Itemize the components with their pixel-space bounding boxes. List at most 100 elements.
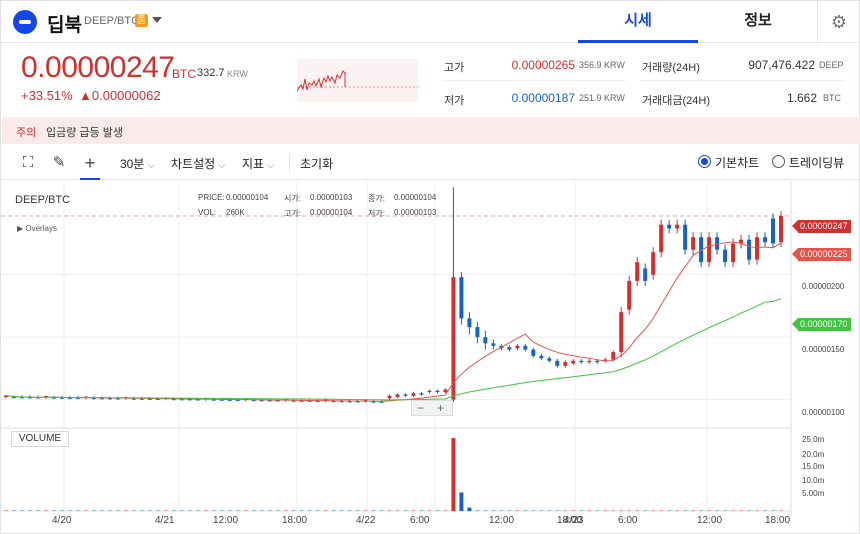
ma-short-line [5, 241, 782, 402]
coin-pair: DEEP/BTC [84, 15, 140, 27]
volume-axis-label: 5.00m [802, 489, 825, 498]
zoom-control[interactable]: − + [411, 400, 453, 416]
tab-info[interactable]: 정보 [698, 1, 818, 43]
candle-body [555, 360, 560, 366]
candle-body [683, 224, 688, 250]
tradingview-label[interactable]: 트레이딩뷰 [789, 154, 844, 171]
draw-pencil-icon[interactable]: ✎ [49, 153, 69, 173]
candle-body [387, 395, 392, 399]
legend-high-label: 고가: [284, 209, 301, 218]
indicators-menu[interactable]: 지표 ⌵ [242, 155, 274, 172]
x-axis-label: 4/22 [356, 515, 376, 526]
gear-icon[interactable]: ⚙ [830, 13, 848, 31]
volume-unit: DEEP [819, 60, 844, 70]
coin-name: 딥북 [47, 15, 82, 36]
pair-badge: 품 [135, 14, 148, 27]
tradingview-radio[interactable] [772, 155, 785, 168]
chart-toolbar: ⛶ ✎ + 30분 ⌵ 차트설정 ⌵ 지표 ⌵ 초기화 기본차트 트레이딩뷰 [1, 145, 860, 180]
alert-banner: 주의 입금량 급등 발생 [2, 117, 860, 144]
candle-body [771, 218, 776, 244]
y-axis-label: 0.00000100 [802, 408, 845, 417]
reset-button[interactable]: 초기화 [300, 155, 333, 172]
candle-body [755, 237, 760, 260]
last-price-tag-text: 0.00000247 [800, 221, 848, 231]
alert-text: 입금량 급등 발생 [46, 127, 123, 139]
price-unit: BTC [172, 67, 196, 81]
candle-body [563, 362, 568, 366]
candle-body [571, 360, 576, 364]
candle-body [779, 215, 783, 243]
interval-select[interactable]: 30분 ⌵ [120, 155, 155, 172]
legend-price-value: 0.00000104 [226, 193, 269, 202]
candle-body [515, 345, 520, 349]
candle-body [443, 389, 448, 393]
candle-body [667, 224, 672, 229]
candle-body [459, 277, 464, 319]
volume-label: 거래량(24H) [642, 62, 700, 74]
x-axis-label: 18:00 [765, 515, 791, 526]
candle-body [395, 394, 400, 398]
candle-body [547, 358, 552, 361]
chart-settings-label: 차트설정 [171, 157, 216, 171]
candle-body [579, 360, 584, 363]
coin-logo-icon [13, 10, 37, 34]
candle-body [675, 224, 680, 229]
candle-body [539, 355, 544, 359]
sparkline-svg [296, 70, 418, 92]
amount-value: 1.662 [786, 91, 817, 105]
candle-body [467, 318, 472, 328]
crosshair-icon[interactable]: + [80, 153, 100, 180]
toolbar-divider [289, 155, 290, 171]
x-axis-label: 4/21 [155, 515, 175, 526]
change-percent: +33.51% [21, 88, 73, 103]
change-amount: ▲0.00000062 [79, 88, 161, 103]
ma-long-tag: 0.00000170 [792, 318, 851, 331]
zoom-out-icon[interactable]: − [417, 401, 424, 415]
ma-short-tag: 0.00000225 [792, 248, 851, 261]
last-price-tag: 0.00000247 [792, 220, 851, 233]
chart-legend-pair: DEEP/BTC [15, 194, 71, 206]
x-axis-label: 18:00 [282, 515, 308, 526]
volume-bar [451, 438, 456, 511]
legend-open-value: 0.00000103 [310, 193, 353, 202]
basic-chart-radio[interactable] [698, 155, 711, 168]
header-bar: 딥북 DEEP/BTC 품 시세 정보 ⚙ [1, 1, 860, 43]
legend-low-label: 저가: [368, 209, 385, 218]
candle-body [507, 347, 512, 350]
legend-close-value: 0.00000104 [394, 193, 437, 202]
x-axis-label: 12:00 [213, 515, 239, 526]
candle-body [531, 349, 536, 356]
volume-value: 907,476.422 [748, 58, 815, 72]
x-axis-label: 12:00 [697, 515, 723, 526]
indicators-label: 지표 [242, 157, 265, 171]
candle-body [475, 327, 480, 338]
zoom-in-icon[interactable]: + [437, 401, 444, 415]
legend-close-label: 종가: [368, 194, 385, 203]
candle-body [611, 352, 616, 360]
volume-axis-label: 25.0m [802, 435, 825, 444]
ma-long-tag-text: 0.00000170 [800, 319, 848, 329]
price-chart[interactable] [1, 181, 860, 534]
candle-body [707, 237, 712, 263]
overlays-toggle[interactable]: ▶ Overlays [17, 224, 57, 233]
legend-high-value: 0.00000104 [310, 208, 353, 217]
stats-divider [640, 80, 845, 81]
candle-body [635, 262, 640, 281]
fullscreen-icon[interactable]: ⛶ [18, 153, 38, 173]
candle-body [619, 312, 624, 353]
basic-chart-label[interactable]: 기본차트 [715, 154, 759, 171]
candle-body [483, 337, 488, 344]
x-axis-label: 6:00 [618, 515, 638, 526]
volume-pane-button[interactable]: VOLUME [11, 431, 69, 447]
chevron-down-icon: ⌵ [267, 160, 275, 170]
candle-body [11, 397, 16, 399]
candle-body [435, 390, 440, 393]
price-krw-unit: KRW [227, 69, 248, 79]
coin-dropdown-chevron-icon[interactable] [152, 17, 162, 23]
candle-body [627, 280, 632, 310]
tab-market[interactable]: 시세 [578, 1, 698, 43]
candle-body [523, 345, 528, 350]
candle-body [643, 268, 648, 281]
chart-settings-menu[interactable]: 차트설정 ⌵ [171, 155, 225, 172]
ma-short-tag-text: 0.00000225 [800, 249, 848, 259]
